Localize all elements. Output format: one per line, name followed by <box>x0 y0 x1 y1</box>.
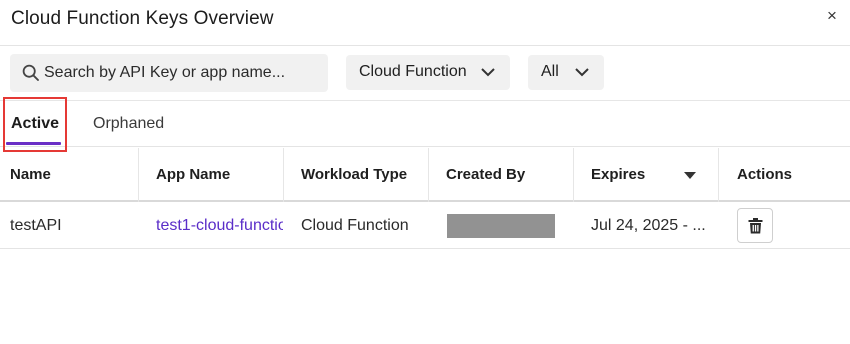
search-input[interactable] <box>44 54 324 92</box>
dialog-title: Cloud Function Keys Overview <box>11 8 274 29</box>
workload-type-select-value: Cloud Function <box>359 63 467 80</box>
chevron-down-icon <box>481 68 495 77</box>
delete-button[interactable] <box>737 208 773 243</box>
column-divider <box>573 148 574 202</box>
column-header-expires[interactable]: Expires <box>591 148 645 202</box>
column-divider <box>283 148 284 202</box>
search-icon <box>22 64 39 81</box>
search-box[interactable] <box>10 54 328 92</box>
workload-type-select[interactable]: Cloud Function <box>346 55 510 90</box>
column-divider <box>138 148 139 202</box>
column-divider <box>428 148 429 202</box>
highlight-annotation <box>3 97 67 152</box>
cell-name: testAPI <box>10 217 62 234</box>
chevron-down-icon <box>575 68 589 77</box>
column-header-actions: Actions <box>737 166 793 183</box>
table-header: Name App Name Workload Type Created By E… <box>0 148 850 202</box>
table-row: testAPI test1-cloud-functio Cloud Functi… <box>0 203 850 249</box>
cell-app-name-link[interactable]: test1-cloud-functio <box>156 217 283 235</box>
trash-icon <box>748 218 763 234</box>
dialog-header: Cloud Function Keys Overview × <box>0 0 850 46</box>
status-select[interactable]: All <box>528 55 604 90</box>
column-header-app-name[interactable]: App Name <box>156 148 230 202</box>
tabs-bar: Active Orphaned <box>0 100 850 147</box>
redacted-created-by <box>447 214 555 238</box>
column-header-workload-type[interactable]: Workload Type <box>301 148 407 202</box>
tab-orphaned[interactable]: Orphaned <box>93 115 164 133</box>
sort-descending-icon[interactable] <box>684 172 696 180</box>
column-header-name[interactable]: Name <box>10 148 51 202</box>
column-divider <box>718 148 719 202</box>
status-select-value: All <box>541 63 559 80</box>
cell-expires: Jul 24, 2025 - ... <box>591 217 706 234</box>
column-header-created-by[interactable]: Created By <box>446 148 525 202</box>
close-icon[interactable]: × <box>822 6 842 26</box>
cell-workload-type: Cloud Function <box>301 217 409 234</box>
